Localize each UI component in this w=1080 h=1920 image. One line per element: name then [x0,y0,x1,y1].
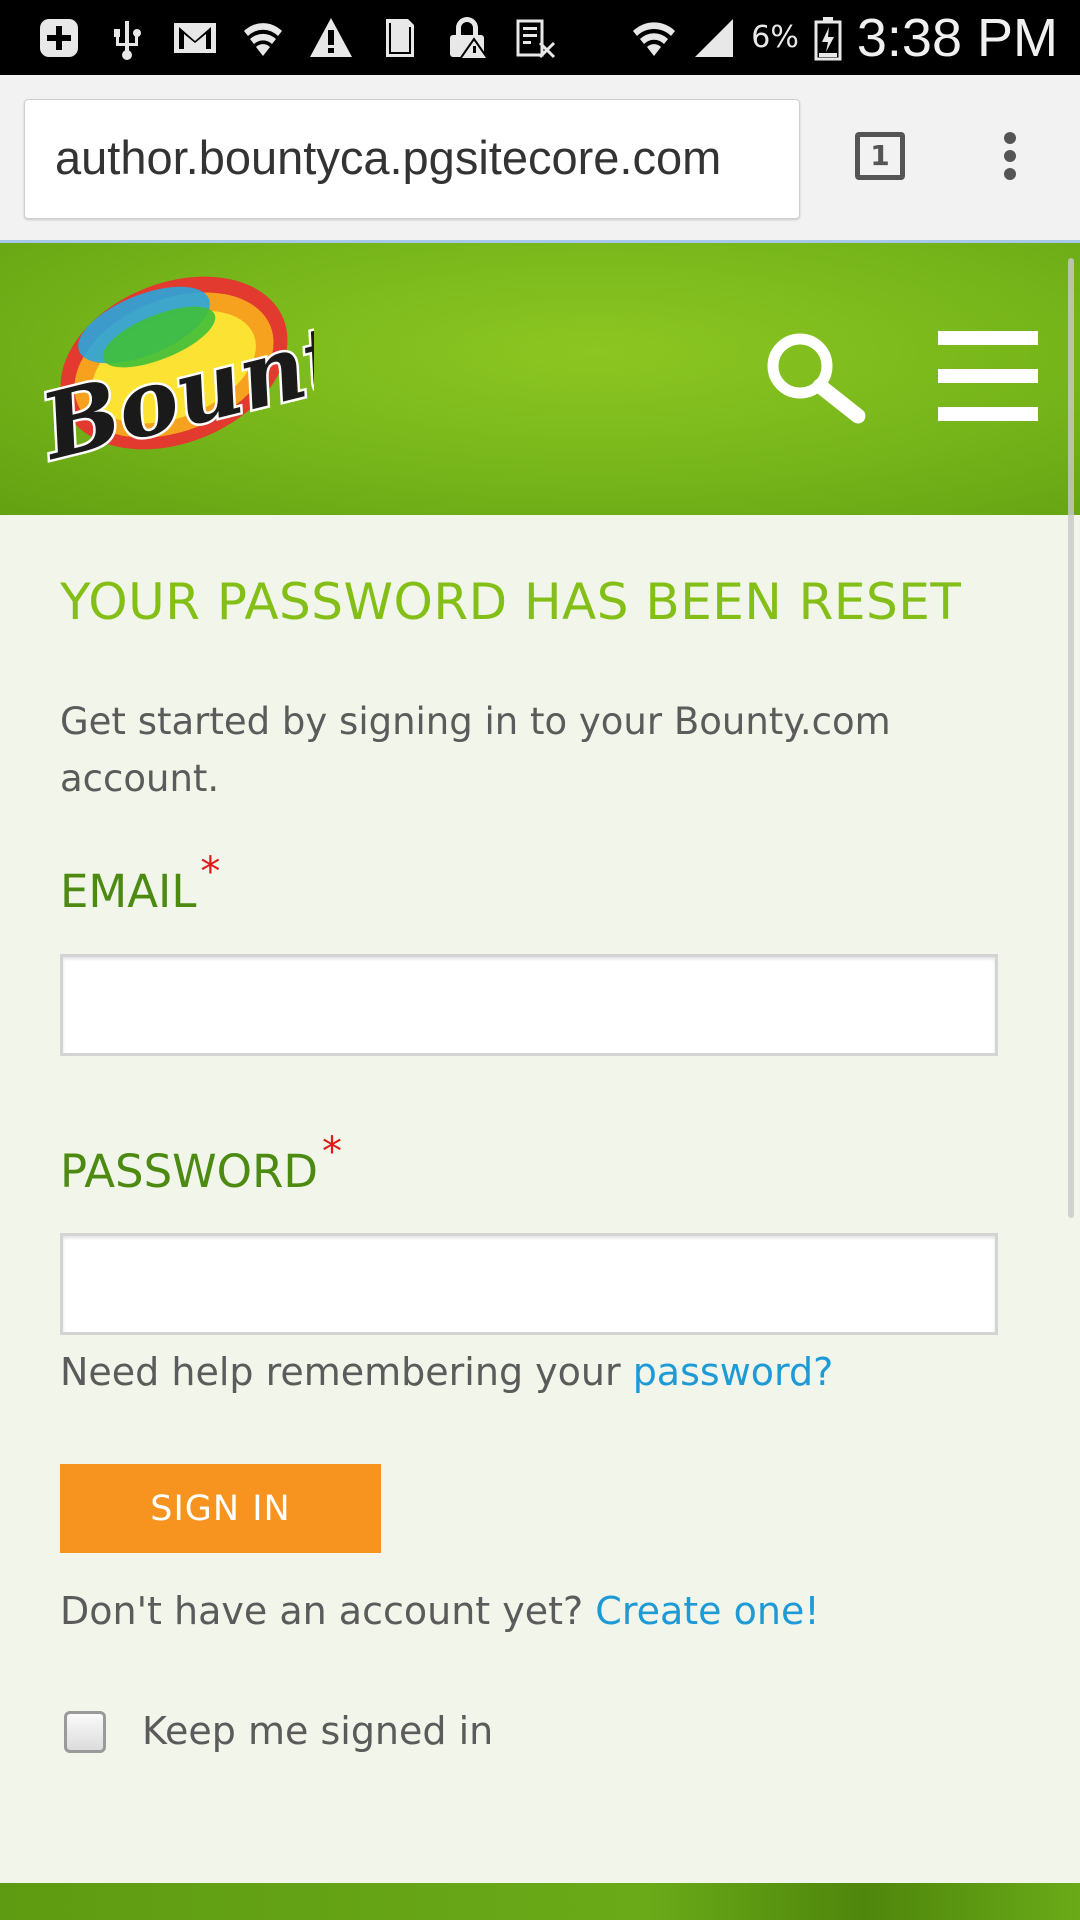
help-prefix: Need help remembering your [60,1350,621,1394]
sim-card-icon [376,15,422,61]
overflow-menu-icon[interactable] [990,132,1030,182]
page-title: YOUR PASSWORD HAS BEEN RESET [60,573,962,631]
clock: 3:38 PM [856,7,1058,68]
battery-percent: 6% [751,20,799,55]
page-scrollbar[interactable] [1068,258,1074,1218]
notification-icons [36,12,558,64]
required-marker: * [200,849,221,895]
create-account-link[interactable]: Create one! [595,1589,819,1633]
bounty-logo[interactable]: Bounty [24,255,416,505]
battery-icon [813,15,843,61]
hamburger-menu-icon[interactable] [938,331,1038,421]
wifi-icon [631,15,677,61]
wifi-hotspot-icon [240,15,286,61]
site-header: Bounty [0,243,1080,515]
required-marker: * [322,1129,343,1175]
sign-in-button[interactable]: SIGN IN [60,1464,381,1553]
email-label: EMAIL * [60,849,220,918]
create-account-text: Don't have an account yet? Create one! [60,1589,820,1633]
create-prefix: Don't have an account yet? [60,1589,584,1633]
url-text: author.bountyca.pgsitecore.com [55,131,722,184]
email-label-text: EMAIL [60,865,197,918]
password-help-text: Need help remembering your password? [60,1350,833,1394]
search-icon[interactable] [762,328,872,428]
system-icons: 6% 3:38 PM [631,0,1058,75]
signal-icon [691,15,737,61]
password-label-text: PASSWORD [60,1145,319,1198]
plus-icon [36,15,82,61]
gmail-icon [172,15,218,61]
lock-alert-icon [444,15,490,61]
keep-signed-in-label[interactable]: Keep me signed in [142,1709,493,1753]
keep-signed-in-checkbox[interactable] [64,1711,106,1753]
no-data-icon [512,15,558,61]
intro-text: Get started by signing in to your Bounty… [60,700,891,800]
tab-switcher-button[interactable]: 1 [855,132,905,180]
forgot-password-link[interactable]: password? [633,1350,834,1394]
warning-icon [308,15,354,61]
browser-toolbar: author.bountyca.pgsitecore.com 1 [0,75,1080,243]
usb-icon [104,15,150,61]
password-field[interactable] [60,1233,998,1335]
footer-banner [0,1883,1080,1920]
url-bar[interactable]: author.bountyca.pgsitecore.com [24,99,800,219]
email-field[interactable] [60,954,998,1056]
password-label: PASSWORD * [60,1129,342,1198]
status-bar: 6% 3:38 PM [0,0,1080,75]
